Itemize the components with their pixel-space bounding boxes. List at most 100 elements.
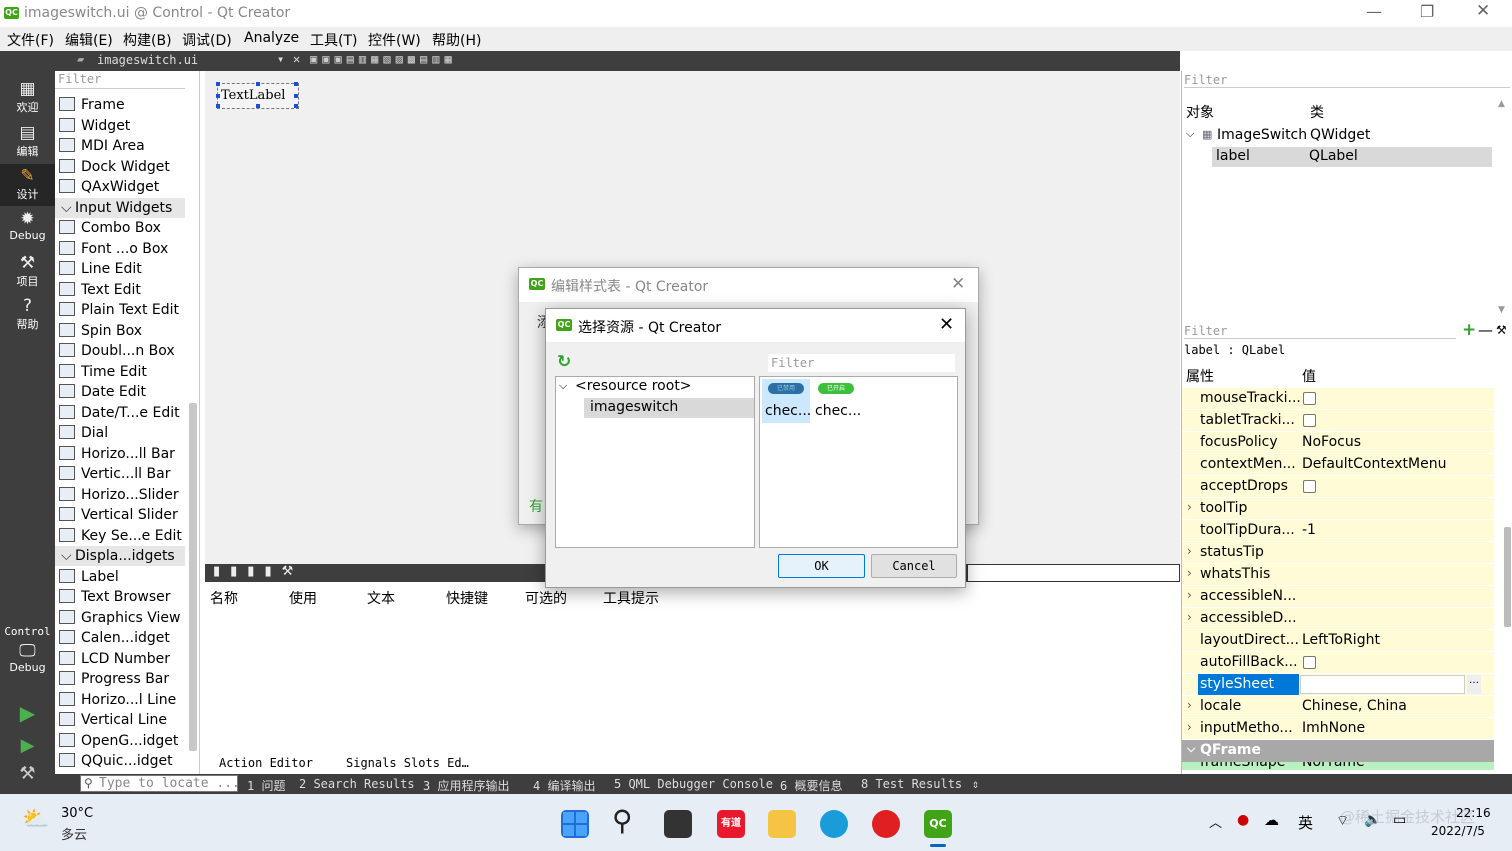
task-view-icon[interactable] <box>664 810 692 838</box>
scroll-up-icon[interactable]: ▲ <box>1498 99 1505 109</box>
expand-icon[interactable]: › <box>1187 588 1192 602</box>
widget-item[interactable]: Horizo...l Line <box>55 690 185 710</box>
widget-item[interactable]: Spin Box <box>55 321 185 341</box>
property-row[interactable]: styleSheet… <box>1182 674 1494 696</box>
close-icon[interactable]: ✕ <box>1476 1 1490 21</box>
mode-welcome[interactable]: ▦ 欢迎 <box>0 79 55 119</box>
resource-item-1[interactable]: 已禁用 chec... <box>762 379 811 423</box>
col-shortcut[interactable]: 快捷键 <box>446 588 488 608</box>
object-filter-input[interactable]: Filter <box>1184 73 1510 88</box>
menu-edit[interactable]: 编辑(E) <box>65 30 113 50</box>
expand-icon[interactable]: › <box>1187 610 1192 624</box>
wifi-icon[interactable]: ⌔ <box>1336 812 1349 830</box>
build-icon[interactable]: ⚒ <box>0 763 55 784</box>
resource-close-icon[interactable]: ✕ <box>939 314 954 335</box>
widget-item[interactable]: LCD Number <box>55 649 185 669</box>
widget-item[interactable]: Time Edit <box>55 362 185 382</box>
property-group-qframe[interactable]: ⌵ QFrame <box>1182 740 1494 762</box>
action-tools-icon[interactable]: ▮▮▮▮⚒ <box>213 564 303 579</box>
expand-chevron-icon[interactable]: ⌵ <box>1186 127 1194 141</box>
tree-chevron-icon[interactable]: ⌵ <box>559 379 567 393</box>
property-scrollbar[interactable] <box>1504 527 1511 627</box>
menu-tools[interactable]: 工具(T) <box>310 30 357 50</box>
stylesheet-value-field[interactable] <box>1300 675 1465 694</box>
menu-analyze[interactable]: Analyze <box>244 30 299 46</box>
start-icon[interactable] <box>561 810 589 838</box>
widget-item[interactable]: Horizo...ll Bar <box>55 444 185 464</box>
property-row[interactable]: layoutDirect... LeftToRight <box>1182 630 1494 652</box>
property-row[interactable]: focusPolicy NoFocus <box>1182 432 1494 454</box>
widget-item[interactable]: Vertical Line <box>55 710 185 730</box>
expand-icon[interactable]: › <box>1187 566 1192 580</box>
tray-chevron-icon[interactable]: ︿ <box>1209 812 1222 831</box>
tab-signals-slots[interactable]: Signals Slots Ed… <box>346 756 469 770</box>
widget-box-scrollbar[interactable] <box>189 403 197 751</box>
mode-edit[interactable]: ▤ 编辑 <box>0 123 55 163</box>
locator-input[interactable]: ⚲ Type to locate ... <box>80 775 240 792</box>
col-tooltip[interactable]: 工具提示 <box>603 588 659 608</box>
widget-item[interactable]: QQuic...idget <box>55 751 185 771</box>
mode-projects[interactable]: ⚒ 项目 <box>0 253 55 293</box>
property-row[interactable]: tabletTracki... <box>1182 410 1494 432</box>
kit-project[interactable]: Control <box>0 625 55 638</box>
property-row[interactable]: › accessibleN... <box>1182 586 1494 608</box>
property-row[interactable]: › whatsThis <box>1182 564 1494 586</box>
mode-help[interactable]: ? 帮助 <box>0 296 55 336</box>
mode-design[interactable]: ✎ 设计 <box>0 164 55 206</box>
property-checkbox[interactable] <box>1303 392 1316 405</box>
widget-item[interactable]: Text Edit <box>55 280 185 300</box>
menu-build[interactable]: 构建(B) <box>123 30 172 50</box>
property-row[interactable]: › toolTip <box>1182 498 1494 520</box>
ime-indicator[interactable]: 英 <box>1298 812 1313 833</box>
menu-file[interactable]: 文件(F) <box>7 30 54 50</box>
property-row[interactable]: › inputMetho... ImhNone <box>1182 718 1494 740</box>
dropdown-icon[interactable]: ▾ <box>277 52 284 66</box>
pane-app-output[interactable]: 3 应用程序输出 <box>423 777 509 794</box>
pane-qml-debug[interactable]: 5 QML Debugger Console <box>614 777 773 791</box>
scroll-down-icon[interactable]: ▼ <box>1498 305 1505 315</box>
col-used[interactable]: 使用 <box>289 588 317 608</box>
pane-arrows-icon[interactable]: ⇕ <box>972 777 979 791</box>
stylesheet-close-icon[interactable]: ✕ <box>951 274 965 294</box>
netease-music-icon[interactable] <box>872 810 900 838</box>
widget-item[interactable]: Date/T...e Edit <box>55 403 185 423</box>
volume-icon[interactable]: 🔈 <box>1364 812 1381 828</box>
widget-item[interactable]: Dial <box>55 423 185 443</box>
widget-item[interactable]: Vertic...ll Bar <box>55 464 185 484</box>
property-row[interactable]: › locale Chinese, China <box>1182 696 1494 718</box>
menu-debug[interactable]: 调试(D) <box>182 30 232 50</box>
widget-item[interactable]: Font ...o Box <box>55 239 185 259</box>
ellipsis-button[interactable]: … <box>1467 675 1481 694</box>
edge-icon[interactable] <box>820 810 848 838</box>
widget-item[interactable]: Graphics View <box>55 608 185 628</box>
reload-icon[interactable]: ↻ <box>557 352 571 372</box>
property-row[interactable]: contextMen... DefaultContextMenu <box>1182 454 1494 476</box>
add-property-icon[interactable]: + <box>1462 320 1476 340</box>
property-row[interactable]: mouseTracki... <box>1182 388 1494 410</box>
resource-filter-input[interactable]: Filter <box>768 354 955 372</box>
configure-icon[interactable]: ⚒ <box>1496 323 1507 337</box>
clock-date[interactable]: 2022/7/5 <box>1431 824 1485 838</box>
menu-widgets[interactable]: 控件(W) <box>368 30 421 50</box>
widget-item[interactable]: Label <box>55 567 185 587</box>
widget-category[interactable]: ⌵ Input Widgets <box>55 197 185 218</box>
property-row[interactable]: acceptDrops <box>1182 476 1494 498</box>
widget-item[interactable]: Combo Box <box>55 218 185 238</box>
widget-item[interactable]: OpenG...idget <box>55 731 185 751</box>
ok-button[interactable]: OK <box>778 554 865 578</box>
widget-item[interactable]: Vertical Slider <box>55 505 185 525</box>
expand-icon[interactable]: › <box>1187 544 1192 558</box>
widget-item[interactable]: Horizo...Slider <box>55 485 185 505</box>
layout-tools-icon[interactable]: ▣▣▣▤▥▦▧▨▩▤▥▦ <box>310 52 457 66</box>
widget-item[interactable]: Doubl...n Box <box>55 341 185 361</box>
widget-item[interactable]: Key Se...e Edit <box>55 526 185 546</box>
widget-item[interactable]: MDI Area <box>55 136 185 156</box>
property-row[interactable]: toolTipDura... -1 <box>1182 520 1494 542</box>
widget-item[interactable]: Date Edit <box>55 382 185 402</box>
pane-tests[interactable]: 8 Test Results <box>861 777 962 791</box>
property-row[interactable]: › accessibleD... <box>1182 608 1494 630</box>
property-checkbox[interactable] <box>1303 480 1316 493</box>
search-taskbar-icon[interactable]: ⚲ <box>612 804 633 837</box>
cloud-icon[interactable]: ☁ <box>1264 811 1279 829</box>
file-explorer-icon[interactable] <box>768 810 796 838</box>
